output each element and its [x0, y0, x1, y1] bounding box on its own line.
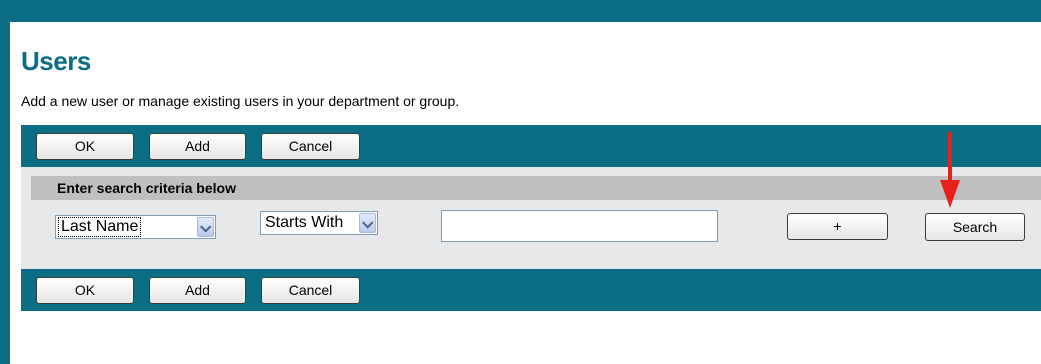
add-button[interactable]: Add	[149, 277, 246, 304]
page-title: Users	[21, 46, 91, 76]
add-button[interactable]: Add	[149, 133, 246, 160]
ok-button[interactable]: OK	[36, 277, 134, 304]
search-input[interactable]	[441, 210, 718, 242]
search-criteria-header: Enter search criteria below	[31, 176, 1041, 200]
red-arrow-icon	[940, 132, 960, 208]
cancel-button[interactable]: Cancel	[261, 133, 360, 160]
search-operator-value: Starts With	[265, 214, 344, 231]
search-criteria-label: Enter search criteria below	[57, 180, 236, 196]
search-panel: Enter search criteria below Last Name St…	[21, 167, 1041, 269]
ok-button[interactable]: OK	[36, 133, 134, 160]
frame-corner	[10, 22, 24, 36]
bottom-toolbar: OK Add Cancel	[21, 269, 1041, 311]
chevron-down-icon[interactable]	[359, 213, 376, 233]
left-frame-bar	[0, 0, 10, 364]
search-field-select[interactable]: Last Name	[55, 215, 216, 239]
chevron-down-icon[interactable]	[197, 217, 214, 237]
top-frame-bar	[0, 0, 1041, 22]
search-operator-select[interactable]: Starts With	[260, 211, 378, 235]
search-field-value: Last Name	[58, 217, 142, 237]
page-subtitle: Add a new user or manage existing users …	[21, 93, 460, 109]
cancel-button[interactable]: Cancel	[261, 277, 360, 304]
top-toolbar: OK Add Cancel	[21, 125, 1041, 167]
add-criteria-button[interactable]: +	[787, 213, 888, 240]
